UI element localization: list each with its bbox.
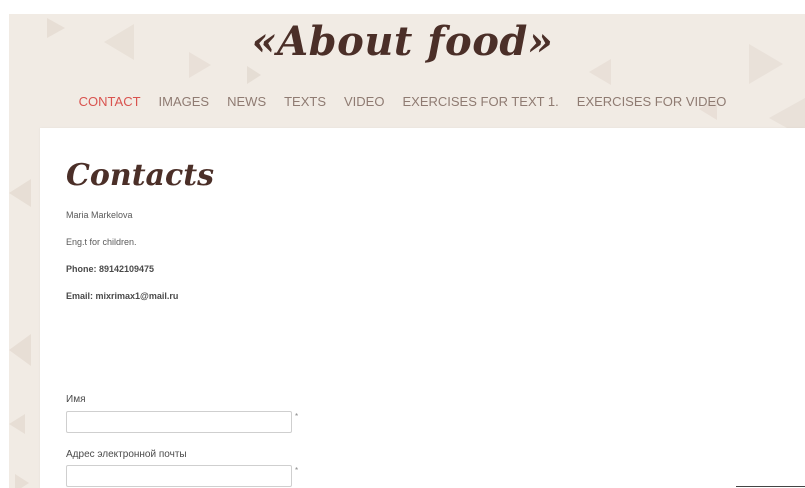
site-title: «About food» [251,18,554,65]
main-nav: CONTACT IMAGES NEWS TEXTS VIDEO EXERCISE… [0,93,805,113]
bg-triangle [15,474,29,488]
bg-triangle [9,414,25,434]
left-strip [0,14,9,488]
required-mark: * [295,412,299,421]
scroll-indicator [736,486,805,487]
email-input[interactable] [66,465,292,487]
nav-item-exercises-video[interactable]: EXERCISES FOR VIDEO [577,93,727,113]
nav-item-news[interactable]: NEWS [227,93,266,113]
name-label: Имя [66,394,86,405]
contact-email: Email: mixrimax1@mail.ru [66,291,179,301]
name-input[interactable] [66,411,292,433]
nav-item-video[interactable]: VIDEO [344,93,384,113]
nav-item-texts[interactable]: TEXTS [284,93,326,113]
bg-triangle [9,179,31,207]
nav-item-contact[interactable]: CONTACT [79,93,141,113]
bg-triangle [247,66,261,84]
page-title: Contacts [66,158,215,193]
contact-phone: Phone: 89142109475 [66,264,155,274]
contact-subtitle: Eng.t for children. [66,237,137,247]
top-bar [0,0,805,14]
required-mark: * [295,466,299,475]
email-label: Адрес электронной почты [66,449,187,460]
content-card: Contacts Maria Markelova Eng.t for child… [40,128,805,488]
contact-name: Maria Markelova [66,210,133,220]
nav-item-images[interactable]: IMAGES [159,93,210,113]
bg-triangle [9,334,31,366]
nav-item-exercises-text[interactable]: EXERCISES FOR TEXT 1. [402,93,558,113]
